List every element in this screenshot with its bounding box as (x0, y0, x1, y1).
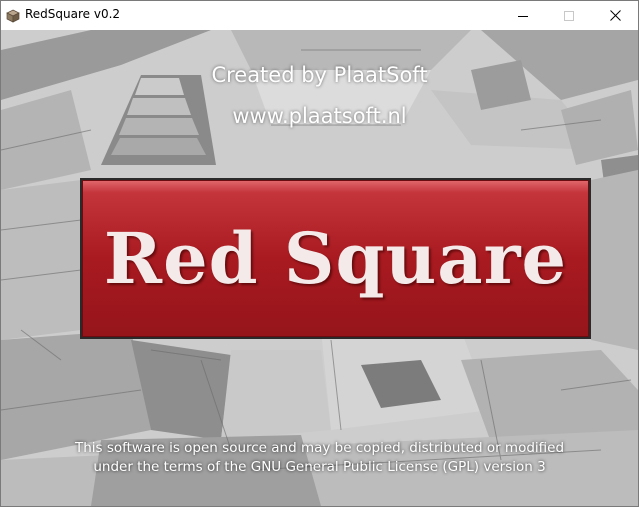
minimize-icon (518, 11, 528, 21)
app-cube-icon[interactable] (6, 8, 20, 23)
license-text: This software is open source and may be … (1, 439, 638, 477)
splash-screen: Created by PlaatSoft www.plaatsoft.nl Re… (1, 30, 638, 506)
red-square-logo: Red Square (80, 178, 591, 339)
close-button[interactable] (592, 1, 638, 30)
logo-text: Red Square (103, 217, 568, 300)
app-window: RedSquare v0.2 Created by PlaatSoft www.… (0, 0, 639, 507)
credit-text: Created by PlaatSoft (211, 63, 428, 87)
maximize-button[interactable] (546, 1, 592, 30)
minimize-button[interactable] (500, 1, 546, 30)
website-link[interactable]: www.plaatsoft.nl (1, 104, 638, 128)
window-title: RedSquare v0.2 (25, 7, 121, 21)
close-icon (609, 10, 621, 21)
maximize-icon (564, 10, 574, 21)
license-line-1: This software is open source and may be … (74, 440, 565, 456)
license-line-2: under the terms of the GNU General Publi… (93, 459, 546, 475)
title-bar[interactable]: RedSquare v0.2 (1, 1, 638, 30)
